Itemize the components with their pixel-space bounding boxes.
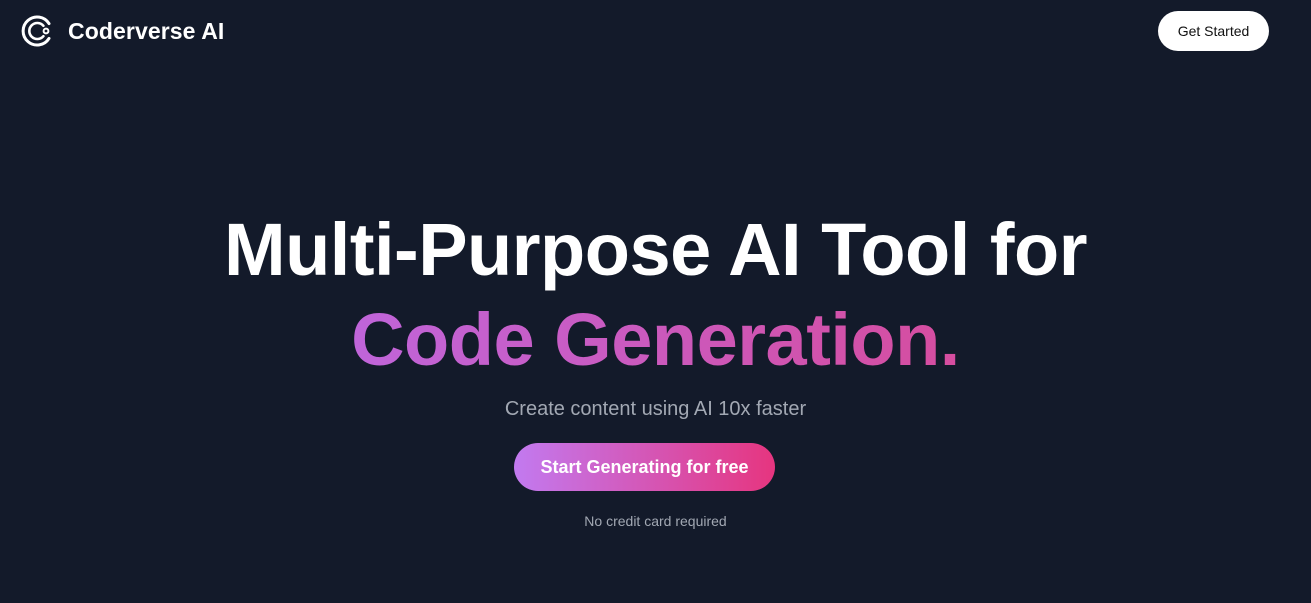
no-credit-card-note: No credit card required: [584, 513, 727, 529]
brand-name: Coderverse AI: [68, 17, 225, 44]
get-started-button[interactable]: Get Started: [1158, 11, 1269, 51]
hero-headline-line-2: Code Generation.: [0, 295, 1311, 385]
brand-home-link[interactable]: Coderverse AI: [21, 15, 224, 47]
top-navbar: Coderverse AI Get Started: [0, 0, 1311, 62]
start-generating-button[interactable]: Start Generating for free: [514, 443, 775, 491]
hero-subtitle: Create content using AI 10x faster: [504, 398, 807, 420]
concentric-c-logo-icon: [21, 15, 51, 47]
hero-headline-line-1: Multi-Purpose AI Tool for: [223, 208, 1088, 291]
hero-headline-highlight: Code Generation.: [351, 298, 960, 381]
